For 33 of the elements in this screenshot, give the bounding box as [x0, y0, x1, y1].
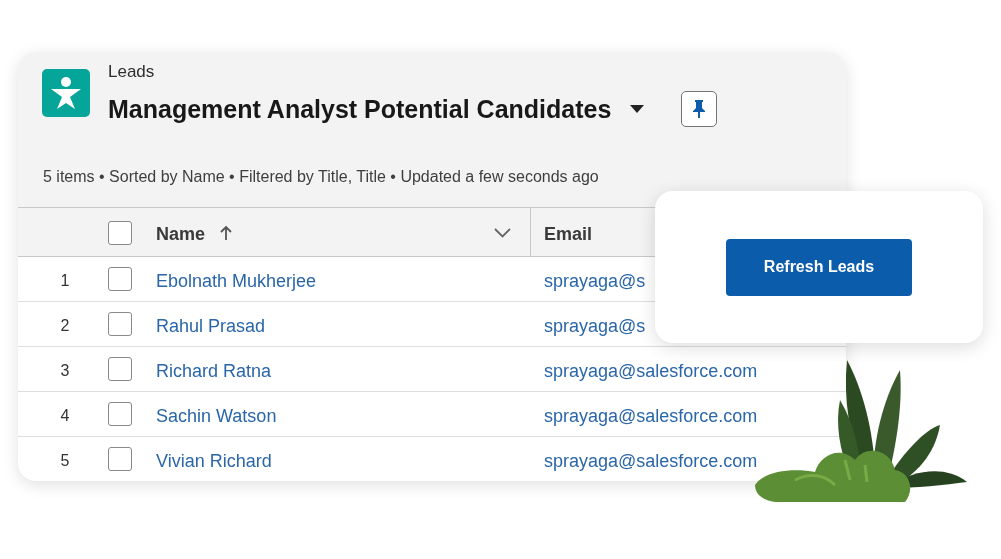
sort-ascending-icon[interactable] [220, 225, 232, 241]
email-link[interactable]: sprayaga@salesforce.com [544, 448, 758, 475]
row-number: 5 [59, 451, 71, 471]
lead-name-link[interactable]: Richard Ratna [156, 358, 272, 385]
lead-name-link[interactable]: Rahul Prasad [156, 313, 266, 340]
row-number: 3 [59, 361, 71, 381]
list-title: Management Analyst Potential Candidates [108, 94, 612, 124]
lead-name-link[interactable]: Sachin Watson [156, 403, 277, 430]
chevron-down-icon[interactable] [494, 228, 511, 238]
person-icon [42, 69, 90, 117]
pin-icon [693, 100, 706, 118]
email-link[interactable]: sprayaga@salesforce.com [544, 403, 758, 430]
row-checkbox[interactable] [108, 402, 132, 426]
email-link[interactable]: sprayaga@s [544, 268, 646, 295]
row-checkbox[interactable] [108, 357, 132, 381]
pin-button[interactable] [681, 91, 718, 127]
column-header[interactable]: Email [544, 221, 593, 248]
email-link[interactable]: sprayaga@s [544, 313, 646, 340]
row-checkbox[interactable] [108, 447, 132, 471]
column-header[interactable]: Name [156, 221, 206, 248]
object-label: Leads [108, 61, 156, 83]
row-checkbox[interactable] [108, 312, 132, 336]
list-status-text: 5 items • Sorted by Name • Filtered by Title, Title • Updated a few seconds ago [43, 167, 599, 187]
row-number: 1 [59, 271, 71, 291]
select-all-checkbox[interactable] [108, 221, 132, 245]
row-number: 2 [59, 316, 71, 336]
lead-name-link[interactable]: Vivian Richard [156, 448, 272, 475]
row-checkbox[interactable] [108, 267, 132, 291]
lead-name-link[interactable]: Ebolnath Mukherjee [156, 268, 317, 295]
dropdown-caret-icon[interactable] [629, 104, 646, 114]
refresh-leads-button[interactable]: Refresh Leads [726, 238, 912, 296]
email-link[interactable]: sprayaga@salesforce.com [544, 358, 758, 385]
row-number: 4 [59, 406, 71, 426]
